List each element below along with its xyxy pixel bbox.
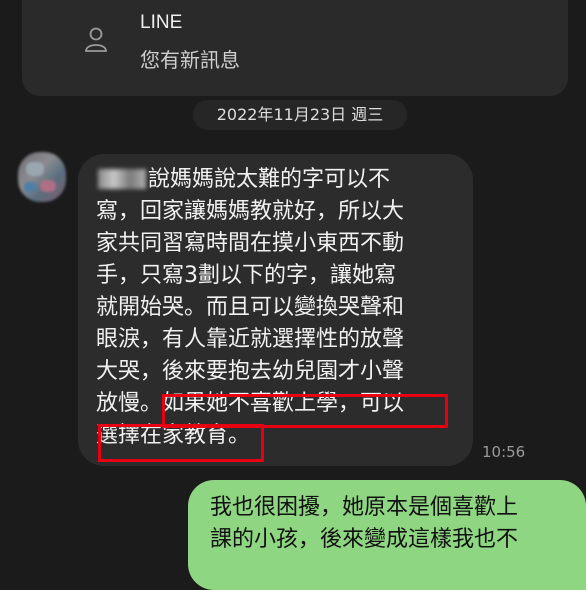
line-notification[interactable]: LINE 您有新訊息 xyxy=(22,0,568,96)
blurred-sender-name xyxy=(98,169,146,189)
outgoing-message-text: 我也很困擾，她原本是個喜歡上 課的小孩，後來變成這樣我也不 xyxy=(210,495,519,552)
incoming-line1: 說媽媽說太難的字可以不 xyxy=(148,167,391,192)
message-timestamp: 10:56 xyxy=(482,443,526,461)
outgoing-message-bubble[interactable]: 我也很困擾，她原本是個喜歡上 課的小孩，後來變成這樣我也不 xyxy=(188,480,586,590)
sender-avatar[interactable] xyxy=(18,152,66,202)
notification-message: 您有新訊息 xyxy=(140,48,240,72)
date-separator: 2022年11月23日 週三 xyxy=(193,100,407,130)
person-icon xyxy=(85,27,107,52)
highlight-box-line2 xyxy=(98,424,264,462)
highlight-box-line1 xyxy=(162,394,448,428)
notification-app-name: LINE xyxy=(140,12,183,33)
